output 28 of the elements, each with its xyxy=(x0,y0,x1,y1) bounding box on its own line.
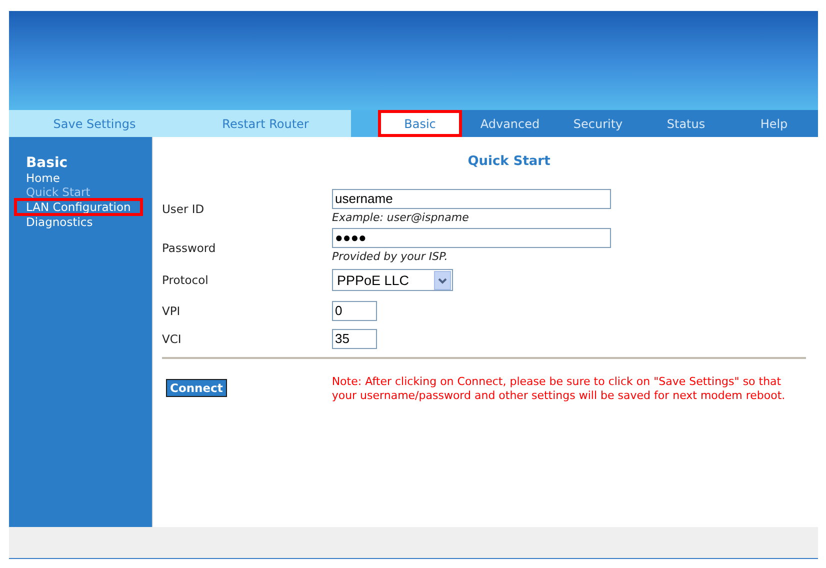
menu-tab[interactable]: Basic xyxy=(378,110,462,137)
field-hint: Provided by your ISP. xyxy=(332,250,448,263)
menu-tab[interactable]: Security xyxy=(554,110,642,137)
field-label: Protocol xyxy=(162,273,210,287)
menu-tab[interactable]: Restart Router xyxy=(180,110,351,137)
sidebar-heading: Basic xyxy=(25,155,68,171)
input-field[interactable]: 35 xyxy=(332,329,377,349)
field-label: VCI xyxy=(162,332,182,346)
field-label: VPI xyxy=(162,304,182,318)
connect-button[interactable]: Connect xyxy=(166,379,227,397)
menu-tab[interactable]: Advanced xyxy=(466,110,554,137)
field-hint: Example: user@ispname xyxy=(332,211,469,224)
input-field[interactable]: ●●●● xyxy=(332,228,611,248)
sidebar-item[interactable]: Home xyxy=(15,171,71,185)
input-field[interactable]: username xyxy=(332,189,611,209)
sidebar-item[interactable]: LAN Configuration xyxy=(15,199,142,215)
menu-tab[interactable]: Help xyxy=(730,110,818,137)
field-label: User ID xyxy=(162,202,206,216)
sidebar-item[interactable]: Quick Start xyxy=(15,185,102,199)
protocol-dropdown[interactable]: PPPoE LLC xyxy=(332,269,453,291)
note-text: Note: After clicking on Connect, please be sure to click on "Save Settings" so that your username/password and other settings will be saved for next modem reboot. xyxy=(332,375,786,403)
menu-tab[interactable]: Status xyxy=(642,110,730,137)
page-title: Quick Start xyxy=(466,154,552,169)
chevron-down-icon xyxy=(434,270,451,290)
field-label: Password xyxy=(162,240,217,254)
sidebar-item[interactable]: Diagnostics xyxy=(15,215,104,229)
input-field[interactable]: 0 xyxy=(332,301,377,321)
menu-tab[interactable]: Save Settings xyxy=(9,110,180,137)
